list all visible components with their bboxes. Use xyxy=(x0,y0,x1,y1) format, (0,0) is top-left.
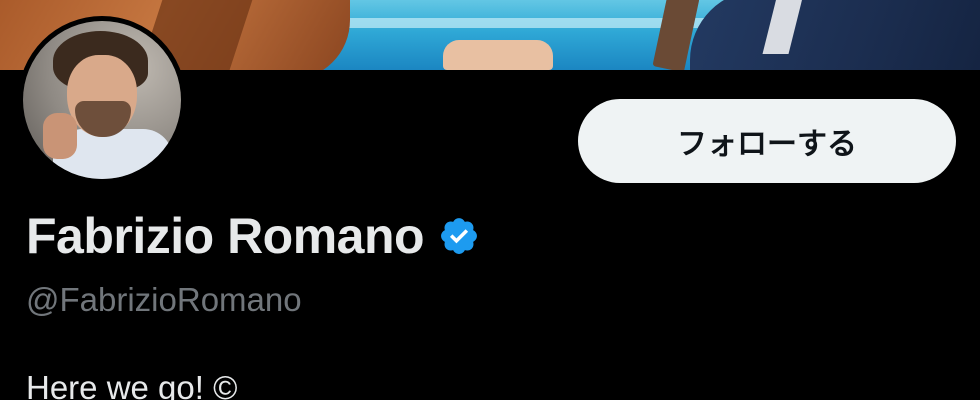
profile-header: フォローする Fabrizio Romano @FabrizioRomano H… xyxy=(0,0,980,400)
follow-button[interactable]: フォローする xyxy=(578,99,956,183)
banner-person-right xyxy=(690,0,980,70)
avatar-phone-hand xyxy=(43,113,77,159)
profile-bio: Here we go! © xyxy=(26,369,238,400)
display-name: Fabrizio Romano xyxy=(26,208,425,264)
verified-badge-icon[interactable] xyxy=(438,215,480,257)
avatar-photo xyxy=(23,21,181,179)
avatar[interactable] xyxy=(18,16,186,184)
name-row: Fabrizio Romano xyxy=(26,206,480,266)
user-handle: @FabrizioRomano xyxy=(26,281,302,318)
banner-hand xyxy=(443,40,553,70)
